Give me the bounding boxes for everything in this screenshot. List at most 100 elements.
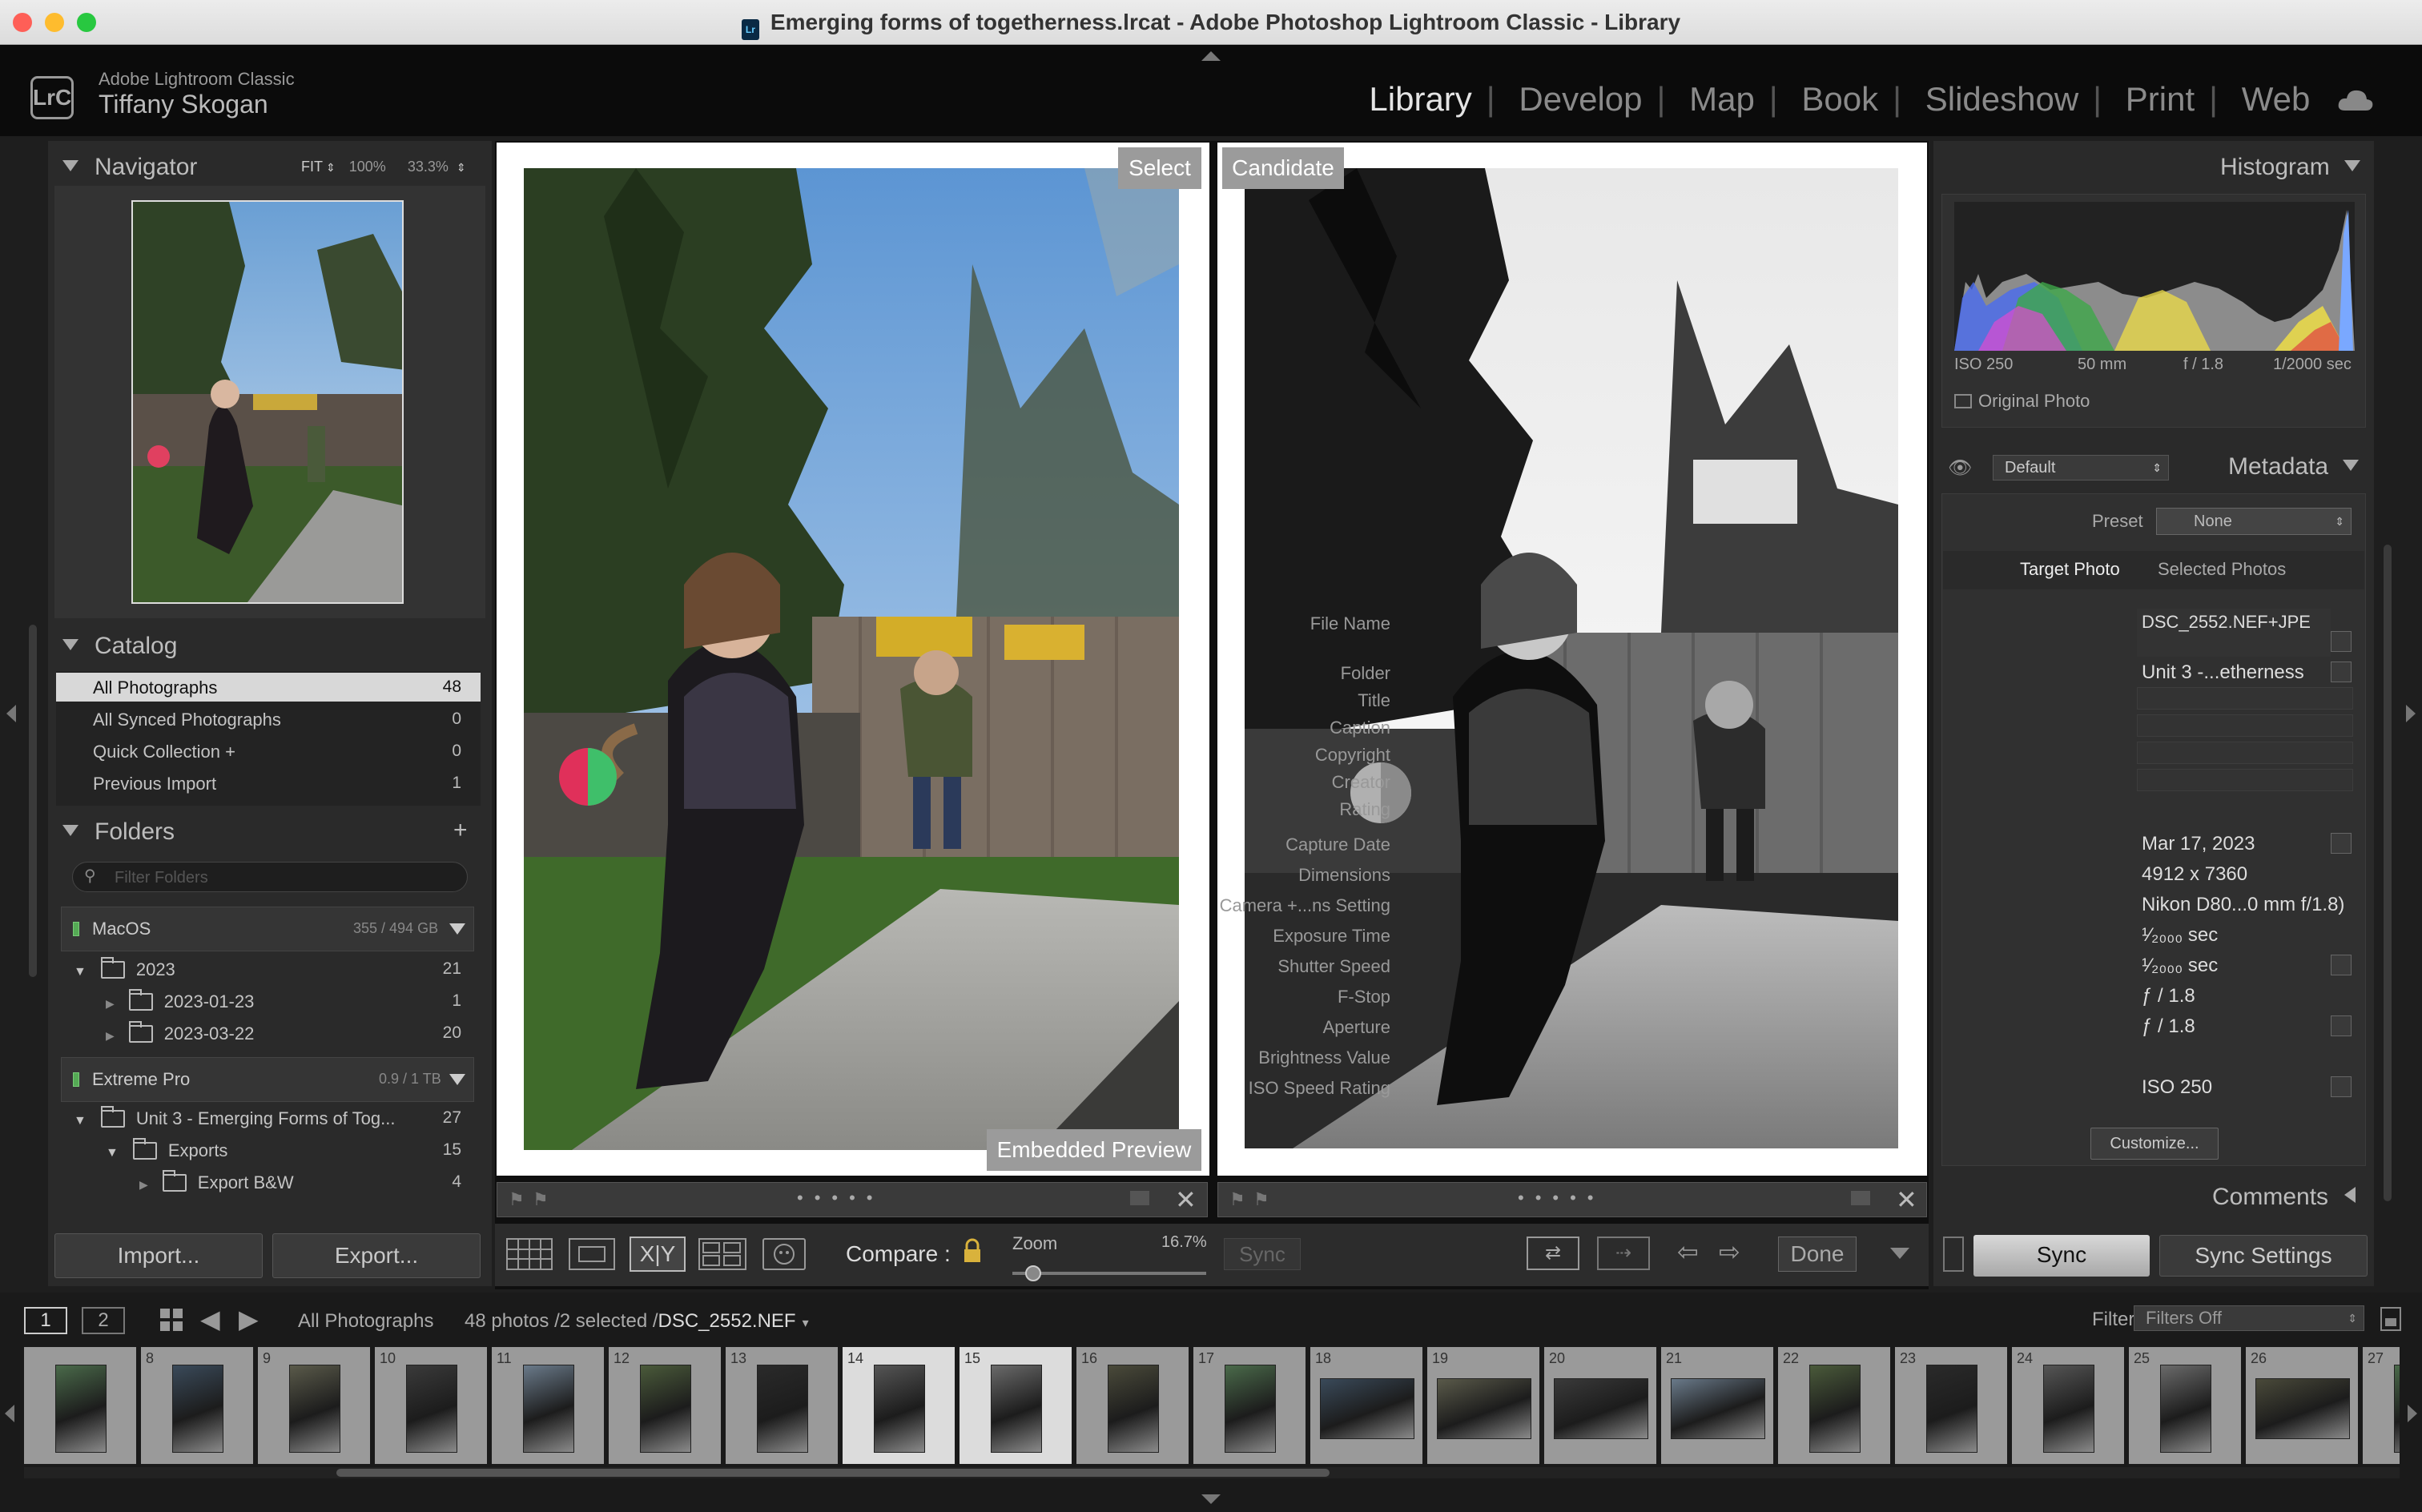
filmstrip-thumbnail[interactable]: [2394, 1365, 2400, 1453]
make-select-icon[interactable]: ⇢: [1597, 1237, 1650, 1270]
filmstrip-thumbnail[interactable]: [1671, 1378, 1765, 1439]
primary-window-button[interactable]: 1: [24, 1307, 67, 1334]
filmstrip-cell[interactable]: 9: [258, 1347, 372, 1464]
filmstrip-cell[interactable]: 20: [1544, 1347, 1658, 1464]
filmstrip-thumbnail[interactable]: [1554, 1378, 1648, 1439]
navigator-header[interactable]: Navigator: [62, 154, 197, 181]
sync-toggle-switch[interactable]: [1943, 1237, 1964, 1272]
eye-icon[interactable]: 👁: [1948, 456, 1972, 480]
top-panel-toggle-icon[interactable]: [1201, 51, 1221, 61]
volume-macos[interactable]: MacOS 355 / 494 GB: [61, 907, 474, 951]
reject-flag-icon[interactable]: ⚑: [533, 1189, 549, 1210]
customize-button[interactable]: Customize...: [2090, 1128, 2219, 1160]
catalog-header[interactable]: Catalog: [62, 633, 177, 660]
filmstrip-thumbnail[interactable]: [1225, 1365, 1276, 1453]
folder-row-export-bw[interactable]: ▶ Export B&W: [139, 1170, 294, 1193]
shutter-goto-icon[interactable]: [2331, 955, 2352, 975]
folder-row-2023-03-22[interactable]: ▶ 2023-03-22: [106, 1021, 254, 1044]
filmstrip-thumbnail[interactable]: [1926, 1365, 1977, 1453]
color-label-box[interactable]: [1130, 1191, 1149, 1205]
filmstrip-thumbnail[interactable]: [172, 1365, 223, 1453]
catalog-item-previous-import[interactable]: Previous Import: [93, 774, 216, 794]
secondary-window-button[interactable]: 2: [82, 1307, 125, 1334]
zoom-fit[interactable]: FIT: [301, 159, 323, 175]
sync-button[interactable]: Sync: [1973, 1235, 2150, 1277]
swap-icon[interactable]: ⇄: [1527, 1237, 1579, 1270]
folder-filter-field[interactable]: ⚲ Filter Folders: [72, 862, 468, 892]
navigator-thumbnail[interactable]: [131, 200, 404, 604]
filmstrip-thumbnail[interactable]: [874, 1365, 925, 1453]
filmstrip-cell[interactable]: 12: [609, 1347, 722, 1464]
filmstrip-cell[interactable]: 15: [960, 1347, 1073, 1464]
filmstrip-status[interactable]: 48 photos /2 selected /DSC_2552.NEF ▾: [465, 1310, 809, 1333]
rating-dots[interactable]: •••••: [797, 1188, 884, 1208]
copyright-field[interactable]: [2137, 742, 2353, 764]
filmstrip-left-icon[interactable]: [5, 1405, 14, 1422]
right-panel-toggle-icon[interactable]: [2406, 705, 2416, 722]
zoom-slider[interactable]: [1012, 1272, 1206, 1275]
add-folder-icon[interactable]: +: [453, 817, 468, 844]
module-slideshow[interactable]: Slideshow: [1925, 80, 2078, 118]
module-book[interactable]: Book: [1801, 80, 1878, 118]
catalog-item-all-photographs[interactable]: All Photographs: [93, 678, 217, 698]
folder-row-exports[interactable]: ▼ Exports: [106, 1138, 227, 1161]
filmstrip-cell[interactable]: 22: [1778, 1347, 1892, 1464]
metadata-header[interactable]: Metadata: [2228, 453, 2360, 481]
filmstrip-scroll-thumb[interactable]: [336, 1469, 1330, 1477]
module-print[interactable]: Print: [2126, 80, 2195, 118]
filmstrip-thumbnail[interactable]: [289, 1365, 340, 1453]
forward-arrow-icon[interactable]: ▶: [239, 1304, 259, 1334]
rating-dots[interactable]: •••••: [1518, 1188, 1605, 1208]
export-button[interactable]: Export...: [272, 1233, 481, 1278]
filmstrip-source[interactable]: All Photographs: [298, 1310, 433, 1333]
filmstrip-cell[interactable]: 18: [1310, 1347, 1424, 1464]
filmstrip-cell[interactable]: [24, 1347, 138, 1464]
grid-icon[interactable]: [159, 1307, 184, 1333]
done-button[interactable]: Done: [1778, 1237, 1857, 1272]
sync-compare-button[interactable]: Sync: [1224, 1238, 1301, 1270]
filmstrip-thumbnail[interactable]: [1108, 1365, 1159, 1453]
original-photo-checkbox[interactable]: [1954, 394, 1972, 408]
filmstrip-thumbnail[interactable]: [757, 1365, 808, 1453]
compare-view-icon[interactable]: X|Y: [630, 1237, 686, 1272]
filter-lock-icon[interactable]: [2380, 1307, 2401, 1331]
folder-row-unit3[interactable]: ▼ Unit 3 - Emerging Forms of Tog...: [74, 1106, 395, 1129]
zoom-100[interactable]: 100%: [349, 159, 386, 175]
filmstrip-cell[interactable]: 10: [375, 1347, 489, 1464]
zoom-33[interactable]: 33.3%: [408, 159, 449, 175]
folder-row-2023-01-23[interactable]: ▶ 2023-01-23: [106, 989, 254, 1012]
filmstrip-cell[interactable]: 8: [141, 1347, 255, 1464]
caption-field[interactable]: [2137, 714, 2353, 737]
color-label-box[interactable]: [1851, 1191, 1870, 1205]
filmstrip-thumbnail[interactable]: [406, 1365, 457, 1453]
right-panel-scrollbar[interactable]: [2384, 545, 2392, 1201]
catalog-item-quick-collection[interactable]: Quick Collection +: [93, 742, 235, 762]
prev-arrow-icon[interactable]: ⇦: [1677, 1237, 1699, 1267]
back-arrow-icon[interactable]: ◀: [200, 1304, 220, 1334]
module-develop[interactable]: Develop: [1519, 80, 1642, 118]
filmstrip-thumbnail[interactable]: [2255, 1378, 2350, 1439]
toolbar-menu-icon[interactable]: [1890, 1248, 1909, 1259]
reject-flag-icon[interactable]: ⚑: [1253, 1189, 1269, 1210]
preset-dropdown[interactable]: None ⇕: [2156, 508, 2352, 535]
file-name-menu-icon[interactable]: [2331, 631, 2352, 652]
meta-value-file-name[interactable]: DSC_2552.NEF+JPE: [2142, 612, 2311, 633]
filmstrip-thumbnail[interactable]: [2043, 1365, 2094, 1453]
volume-extreme-pro[interactable]: Extreme Pro 0.9 / 1 TB: [61, 1057, 474, 1102]
flag-icon[interactable]: ⚑: [509, 1189, 525, 1210]
capture-date-goto-icon[interactable]: [2331, 833, 2352, 854]
folder-goto-icon[interactable]: [2331, 662, 2352, 682]
filmstrip-cell[interactable]: 25: [2129, 1347, 2243, 1464]
select-photo[interactable]: [524, 168, 1179, 1150]
flag-icon[interactable]: ⚑: [1229, 1189, 1245, 1210]
filmstrip-thumbnail[interactable]: [991, 1365, 1042, 1453]
folders-header[interactable]: Folders: [62, 818, 175, 846]
metadata-preset-set[interactable]: Default ⇕: [1993, 455, 2169, 481]
filmstrip-cell[interactable]: 27: [2363, 1347, 2400, 1464]
people-view-icon[interactable]: [762, 1238, 806, 1270]
filmstrip-cell[interactable]: 11: [492, 1347, 606, 1464]
creator-field[interactable]: [2137, 769, 2353, 791]
filmstrip-cell[interactable]: 16: [1076, 1347, 1190, 1464]
title-field[interactable]: [2137, 687, 2353, 710]
comments-header[interactable]: Comments: [2212, 1184, 2356, 1211]
